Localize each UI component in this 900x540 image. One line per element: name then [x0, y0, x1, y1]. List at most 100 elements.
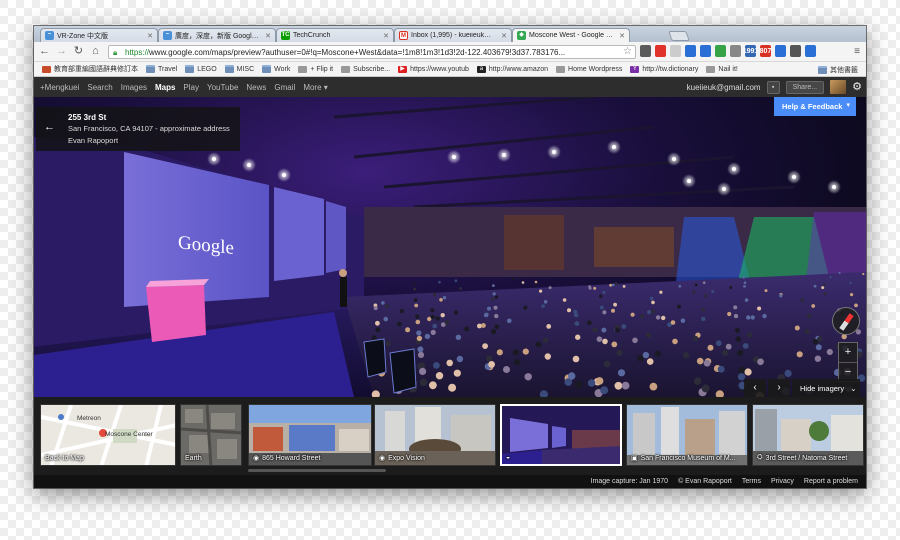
- thumbnail-865-howard-street[interactable]: ◉ 865 Howard Street: [248, 404, 372, 466]
- extension-icon[interactable]: [640, 45, 651, 57]
- tab-gmail-inbox[interactable]: M Inbox (1,995) - kueiieuk@gmail.com ✕: [394, 28, 512, 42]
- audience-member: [424, 333, 431, 340]
- bookmark-folder-lego[interactable]: LEGO: [181, 65, 220, 73]
- zoom-in-button[interactable]: +: [839, 343, 857, 362]
- gbar-item-search[interactable]: Search: [87, 83, 112, 92]
- photo-author-link[interactable]: Evan Rapoport: [68, 136, 240, 145]
- bookmark-folder-travel[interactable]: Travel: [142, 65, 181, 73]
- tab-moscone-west[interactable]: ◆ Moscone West - Google Maps ✕: [512, 28, 630, 42]
- close-tab-icon[interactable]: ✕: [265, 32, 271, 40]
- extension-icon[interactable]: [655, 45, 666, 57]
- gear-icon[interactable]: ⚙: [852, 81, 862, 94]
- new-tab-button[interactable]: [668, 31, 690, 41]
- close-tab-icon[interactable]: ✕: [619, 32, 625, 40]
- gbar-item-play[interactable]: Play: [183, 83, 199, 92]
- audience-member: [496, 349, 503, 356]
- audience-member: [615, 327, 620, 333]
- audience-member: [704, 294, 708, 298]
- chrome-menu-icon[interactable]: ≡: [854, 46, 860, 57]
- extension-icon[interactable]: [730, 45, 741, 57]
- extension-icon[interactable]: 1991: [743, 45, 758, 57]
- thumbnail-map[interactable]: Metreon Moscone Center Back to Map: [40, 404, 176, 466]
- audience-member: [521, 281, 525, 284]
- audience-member: [611, 341, 618, 348]
- bookmark-amazon[interactable]: a http://www.amazon: [473, 65, 552, 73]
- extension-icon[interactable]: [805, 45, 816, 57]
- chevron-right-icon[interactable]: ›: [768, 379, 790, 397]
- bookmark-star-icon[interactable]: ☆: [623, 46, 632, 57]
- thumbnail-sfmoma[interactable]: ▣ San Francisco Museum of M...: [626, 404, 748, 466]
- avatar[interactable]: [830, 80, 847, 94]
- thumbnail-label: ⛭ 3rd Street / Natoma Street: [757, 454, 847, 462]
- extension-icon[interactable]: [700, 45, 711, 57]
- audience-member: [396, 321, 402, 327]
- bookmark-folder-misc[interactable]: MISC: [221, 65, 259, 73]
- audience-member: [415, 319, 421, 325]
- back-arrow-icon[interactable]: ←: [38, 45, 51, 59]
- street-view-panorama[interactable]: Google ← 255 3rd St San Francisco, CA 94…: [34, 97, 866, 397]
- bookmark-folder-work[interactable]: Work: [258, 65, 294, 73]
- bookmark-flip-it[interactable]: + Flip it: [294, 65, 337, 73]
- share-button[interactable]: Share...: [785, 80, 825, 94]
- close-tab-icon[interactable]: ✕: [147, 32, 153, 40]
- forward-arrow-icon[interactable]: →: [55, 45, 68, 59]
- thumbnail-earth[interactable]: Earth: [180, 404, 242, 466]
- extension-icon[interactable]: [670, 45, 681, 57]
- address-bar[interactable]: 🔒︎ https://www.google.com/maps/preview?a…: [108, 45, 636, 59]
- spotlight: [282, 173, 286, 177]
- bookmark-subscribe[interactable]: Subscribe...: [337, 65, 394, 73]
- thumbnail-expo-vision[interactable]: ◉ Expo Vision: [374, 404, 496, 466]
- audience-member: [743, 281, 747, 284]
- close-tab-icon[interactable]: ✕: [501, 32, 507, 40]
- notifications-icon[interactable]: ▪: [766, 80, 780, 94]
- thumbnail-3rd-street-natoma[interactable]: ⛭ 3rd Street / Natoma Street: [752, 404, 864, 466]
- filmstrip-scrollbar[interactable]: [248, 469, 386, 472]
- home-icon[interactable]: ⌂: [89, 45, 102, 59]
- extension-icon[interactable]: [715, 45, 726, 57]
- hide-imagery-button[interactable]: Hide imagery ⌄: [792, 379, 860, 397]
- extension-icon[interactable]: [790, 45, 801, 57]
- gbar-item-more[interactable]: More ▾: [303, 83, 327, 92]
- browser-window: ~ VR-Zone 中文版 ✕ ~ 廣度，深度，新版 Google 地圖 ✕ T…: [34, 26, 866, 488]
- tab-techcrunch[interactable]: TC TechCrunch ✕: [276, 28, 394, 42]
- report-problem-link[interactable]: Report a problem: [804, 478, 858, 485]
- gbar-item-youtube[interactable]: YouTube: [207, 83, 238, 92]
- gbar-item-maps[interactable]: Maps: [155, 83, 175, 92]
- other-bookmarks-folder[interactable]: 其他書籤: [814, 65, 862, 75]
- terms-link[interactable]: Terms: [742, 478, 761, 485]
- reload-icon[interactable]: ↻: [72, 45, 85, 59]
- close-tab-icon[interactable]: ✕: [383, 32, 389, 40]
- help-feedback-button[interactable]: Help & Feedback ▾: [774, 97, 856, 116]
- tab-vrzone[interactable]: ~ VR-Zone 中文版 ✕: [40, 28, 158, 42]
- url-text: https://www.google.com/maps/preview?auth…: [125, 48, 565, 57]
- bookmark-apps-icon[interactable]: 教育部重編國語辭典修訂本: [38, 64, 142, 74]
- thumbnail-current-panorama[interactable]: ◒: [500, 404, 622, 466]
- copyright-text[interactable]: © Evan Rapoport: [678, 478, 732, 485]
- maps-news-favicon-icon: ~: [163, 31, 172, 40]
- audience-member: [727, 311, 732, 317]
- bookmark-yahoo-dictionary[interactable]: Yhttp://tw.dictionary: [626, 65, 702, 73]
- gbar-item-gmail[interactable]: Gmail: [274, 83, 295, 92]
- audience-member: [588, 285, 592, 289]
- folder-icon: [146, 65, 155, 73]
- chevron-left-icon[interactable]: ‹: [744, 379, 766, 397]
- compass-icon[interactable]: [832, 307, 860, 335]
- gbar-item-plus[interactable]: +Mengkuei: [40, 83, 79, 92]
- bookmark-youtube[interactable]: ▶ https://www.youtub: [394, 65, 473, 73]
- amazon-icon: a: [476, 65, 486, 73]
- bookmark-nail-it[interactable]: Nail it!: [702, 65, 741, 73]
- privacy-link[interactable]: Privacy: [771, 478, 794, 485]
- user-email[interactable]: kueiieuk@gmail.com: [687, 83, 761, 92]
- audience-member: [454, 279, 458, 282]
- browser-toolbar: ← → ↻ ⌂ 🔒︎ https://www.google.com/maps/p…: [34, 42, 866, 62]
- extension-icon[interactable]: [685, 45, 696, 57]
- bookmark-home-wordpress[interactable]: Home Wordpress: [552, 65, 626, 73]
- gbar-item-images[interactable]: Images: [121, 83, 147, 92]
- page-icon: [298, 65, 308, 73]
- audience-member: [601, 327, 607, 333]
- gbar-item-news[interactable]: News: [246, 83, 266, 92]
- tab-google-maps-news[interactable]: ~ 廣度，深度，新版 Google 地圖 ✕: [158, 28, 276, 42]
- extension-icon[interactable]: 807: [760, 45, 771, 57]
- extension-icon[interactable]: [775, 45, 786, 57]
- back-arrow-icon[interactable]: ←: [44, 121, 55, 133]
